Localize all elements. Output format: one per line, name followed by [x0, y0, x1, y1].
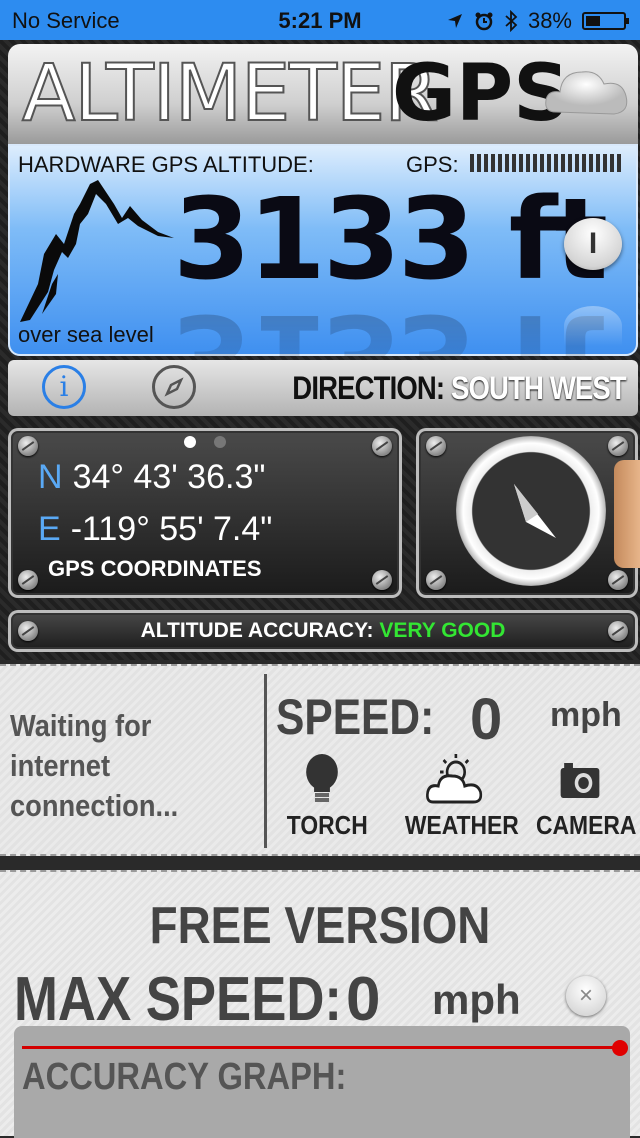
- altitude-accuracy-bar: ALTITUDE ACCURACY: VERY GOOD: [8, 610, 638, 652]
- longitude-value: -119° 55' 7.4": [70, 510, 273, 548]
- direction-label: DIRECTION:: [292, 370, 445, 406]
- screw-icon: [608, 436, 628, 456]
- max-speed-label: MAX SPEED:: [14, 965, 342, 1034]
- lightbulb-icon: [306, 754, 338, 802]
- mountain-icon: [20, 180, 174, 322]
- accuracy-graph-marker: [612, 1040, 628, 1056]
- compass-needle: [514, 484, 556, 538]
- info-icon[interactable]: i: [42, 365, 86, 409]
- torch-button[interactable]: TORCH: [287, 752, 368, 841]
- cloud-icon: [545, 71, 628, 115]
- altitude-accuracy-readout: ALTITUDE ACCURACY: VERY GOOD: [8, 619, 638, 643]
- accuracy-graph-line: [22, 1046, 620, 1049]
- accuracy-value: VERY GOOD: [379, 619, 506, 642]
- accuracy-label: ALTITUDE ACCURACY:: [140, 619, 374, 642]
- weather-button[interactable]: WEATHER: [405, 752, 519, 841]
- max-speed-value: 0: [346, 965, 381, 1034]
- drawer-handle[interactable]: [614, 460, 640, 568]
- direction-strip: i DIRECTION: SOUTH WEST: [8, 360, 638, 416]
- bluetooth-icon: [505, 10, 518, 32]
- weather-status-text: Waiting for internet connection...: [10, 708, 179, 823]
- unit-toggle-button[interactable]: I: [564, 218, 622, 270]
- speed-value: 0: [470, 687, 503, 752]
- alarm-clock-icon: [475, 12, 493, 31]
- info-panel: Waiting for internet connection... SPEED…: [0, 664, 640, 856]
- compass-icon[interactable]: [152, 365, 196, 409]
- torch-label: TORCH: [286, 810, 368, 840]
- location-arrow-icon: [447, 14, 462, 28]
- app-logo: ALTIMETER GPS: [8, 44, 638, 144]
- screw-icon: [372, 436, 392, 456]
- status-bar: No Service 5:21 PM 38%: [0, 0, 640, 40]
- speed-unit: mph: [550, 696, 622, 734]
- latitude-value: 34° 43' 36.3": [72, 458, 266, 496]
- gps-signal-bars: [470, 154, 621, 172]
- altitude-panel: HARDWARE GPS ALTITUDE: GPS: 3133 ft 3133…: [8, 144, 638, 356]
- screw-icon: [426, 570, 446, 590]
- longitude-letter: E: [38, 510, 61, 548]
- direction-readout: DIRECTION: SOUTH WEST: [292, 370, 626, 407]
- longitude-row: E -119° 55' 7.4": [38, 510, 272, 549]
- max-speed-unit: mph: [432, 976, 521, 1023]
- accuracy-graph: ACCURACY GRAPH:: [14, 1026, 630, 1138]
- screw-icon: [372, 570, 392, 590]
- weather-label: WEATHER: [404, 810, 519, 840]
- battery-percent: 38%: [527, 8, 572, 33]
- camera-button[interactable]: CAMERA: [536, 752, 636, 841]
- compass-panel[interactable]: [416, 428, 638, 598]
- direction-value: SOUTH WEST: [451, 370, 627, 406]
- screw-icon: [18, 436, 38, 456]
- camera-label: CAMERA: [536, 810, 637, 840]
- camera-icon: [560, 763, 600, 798]
- altitude-value: 3133 ft: [173, 175, 608, 305]
- gps-coordinates-caption: GPS COORDINATES: [48, 556, 262, 581]
- screw-icon: [426, 436, 446, 456]
- accuracy-graph-label: ACCURACY GRAPH:: [22, 1056, 347, 1098]
- status-icons: 38%: [446, 8, 629, 34]
- partly-cloudy-icon: [426, 754, 483, 804]
- divider: [264, 674, 267, 848]
- screw-icon: [608, 570, 628, 590]
- speed-label: SPEED:: [276, 689, 435, 745]
- battery-icon: [582, 12, 629, 30]
- logo-altimeter: ALTIMETER: [21, 49, 439, 139]
- free-version-banner[interactable]: FREE VERSION: [38, 896, 601, 956]
- compass-needle-icon: [164, 377, 184, 397]
- coordinates-panel[interactable]: N 34° 43' 36.3" E -119° 55' 7.4" GPS COORD…: [8, 428, 402, 598]
- compass-dial: [456, 436, 606, 586]
- page-indicator[interactable]: [184, 436, 226, 448]
- reset-max-speed-button[interactable]: ×: [566, 976, 606, 1016]
- screw-icon: [18, 570, 38, 590]
- unit-button-reflection: [564, 306, 622, 346]
- sea-level-label: over sea level: [18, 322, 154, 347]
- bottom-panel: FREE VERSION MAX SPEED: 0 mph × ACCURACY…: [0, 870, 640, 1138]
- altitude-reflection: 3133 ft: [173, 289, 605, 356]
- latitude-row: N 34° 43' 36.3": [38, 458, 265, 497]
- latitude-letter: N: [38, 458, 63, 496]
